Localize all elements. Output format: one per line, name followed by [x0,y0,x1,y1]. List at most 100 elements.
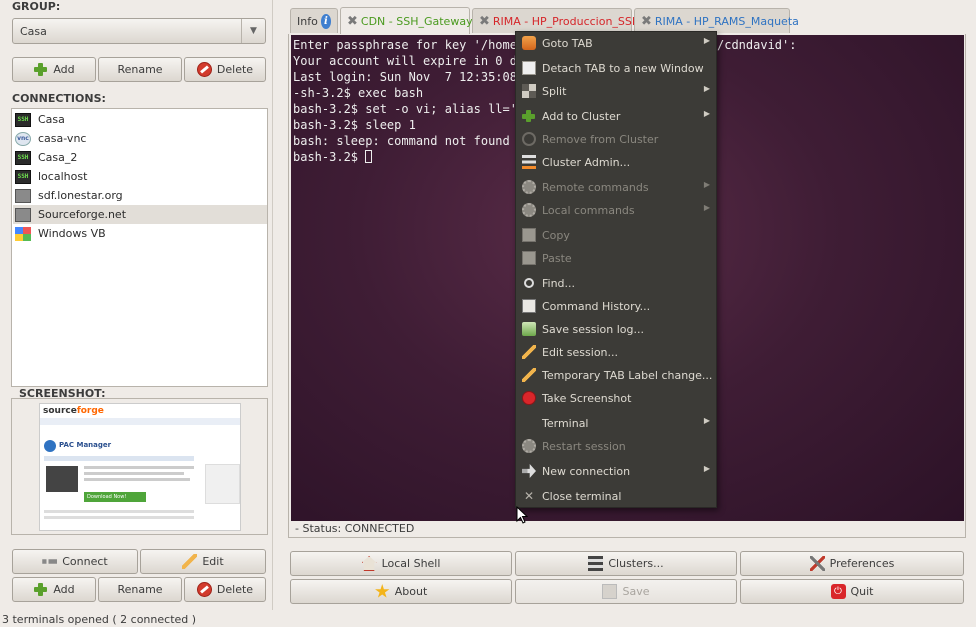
connection-rename-button[interactable]: Rename [98,577,182,602]
local-shell-label: Local Shell [381,557,441,570]
star-icon [375,584,390,598]
connection-delete-button[interactable]: Delete [184,577,266,602]
menu-item-local-commands[interactable]: Local commands ▶ [516,199,716,221]
menu-item-take-screenshot[interactable]: Take Screenshot [516,387,716,409]
power-icon: ⏻ [830,584,846,599]
menu-item-paste[interactable]: Paste [516,247,716,269]
connection-name: Casa [38,113,65,126]
menu-item-remote-commands[interactable]: Remote commands ▶ [516,176,716,198]
tab-rima-hp-produccion-ssh[interactable]: ✖ RIMA - HP_Produccion_SSH [472,8,640,33]
tab-label: CDN - SSH_Gateway [360,14,473,28]
menu-item-remove-from-cluster[interactable]: Remove from Cluster [516,128,716,150]
save-button[interactable]: Save [515,579,737,604]
menu-item-label: New connection [542,464,631,478]
menu-item-label: Split [542,84,567,98]
connect-label: Connect [62,555,108,568]
group-select-value: Casa [20,24,47,38]
menu-item-label: Cluster Admin... [542,155,631,169]
menu-item-edit-session[interactable]: Edit session... [516,341,716,363]
menu-item-label: Goto TAB [542,36,593,50]
menu-item-new-connection[interactable]: New connection ▶ [516,460,716,482]
terminal-prompt: bash-3.2$ [293,150,366,164]
connection-item-windows-vb[interactable]: Windows VB [13,224,267,243]
menu-item-detach-tab[interactable]: Detach TAB to a new Window [516,57,716,79]
plug-icon [42,559,58,564]
submenu-arrow-icon: ▶ [703,203,710,212]
group-rename-button[interactable]: Rename [98,57,182,82]
menu-item-terminal[interactable]: Terminal ▶ [516,412,716,434]
connection-name: localhost [38,170,88,183]
connect-button[interactable]: Connect [12,549,138,574]
detach-icon [522,61,536,75]
menu-item-label: Restart session [542,439,626,453]
connection-status: - Status: CONNECTED [295,522,415,535]
menu-item-copy[interactable]: Copy [516,224,716,246]
edit-button[interactable]: Edit [140,549,266,574]
group-delete-label: Delete [216,63,254,76]
menu-item-goto-tab[interactable]: Goto TAB ▶ [516,32,716,54]
menu-item-add-to-cluster[interactable]: Add to Cluster ▶ [516,105,716,127]
menu-item-label: Detach TAB to a new Window [542,61,704,75]
record-icon [522,391,536,405]
clusters-button[interactable]: Clusters... [515,551,737,576]
menu-item-label: Edit session... [542,345,619,359]
thumbnail-download: Download Now! [84,492,146,502]
menu-item-find[interactable]: Find... [516,272,716,294]
connection-add-button[interactable]: Add [12,577,96,602]
goto-icon [522,36,536,50]
dropdown-arrow-icon: ▼ [241,19,265,43]
menu-item-label: Local commands [542,203,635,217]
screenshot-panel: sourceforge PAC Manager Download Now! [11,398,268,535]
quit-label: Quit [850,585,874,598]
connection-item-sdf[interactable]: sdf.lonestar.org [13,186,267,205]
local-shell-button[interactable]: Local Shell [290,551,512,576]
menu-item-split[interactable]: Split ▶ [516,80,716,102]
menu-item-temporary-tab-label[interactable]: Temporary TAB Label change... [516,364,716,386]
about-button[interactable]: About [290,579,512,604]
delete-icon [196,62,212,77]
menu-item-label: Close terminal [542,489,622,503]
connection-item-casa[interactable]: SSH Casa [13,110,267,129]
submenu-arrow-icon: ▶ [703,180,710,189]
connection-item-sourceforge[interactable]: Sourceforge.net [13,205,267,224]
close-tab-icon[interactable]: ✖ [479,14,490,29]
tab-cdn-ssh-gateway[interactable]: ✖ CDN - SSH_Gateway [340,7,473,34]
preferences-button[interactable]: Preferences [740,551,964,576]
menu-item-restart-session[interactable]: Restart session [516,435,716,457]
close-tab-icon[interactable]: ✖ [641,14,652,29]
pane-divider[interactable] [272,0,273,610]
cluster-icon [522,155,536,169]
gear-icon [522,439,536,453]
menu-item-label: Copy [542,228,570,242]
split-icon [522,84,536,98]
connection-item-casa-2[interactable]: SSH Casa_2 [13,148,267,167]
windows-icon [15,226,31,241]
submenu-arrow-icon: ▶ [703,464,710,473]
group-add-button[interactable]: Add [12,57,96,82]
tab-rima-hp-rams-maqueta[interactable]: ✖ RIMA - HP_RAMS_Maqueta [634,8,799,33]
screenshot-thumbnail[interactable]: sourceforge PAC Manager Download Now! [39,403,241,531]
submenu-arrow-icon: ▶ [703,109,710,118]
server-icon [15,188,31,203]
pencil-icon [522,368,536,382]
tab-info[interactable]: Info i [290,8,338,33]
history-icon [522,299,536,313]
connection-item-localhost[interactable]: SSH localhost [13,167,267,186]
close-tab-icon[interactable]: ✖ [347,14,358,29]
tools-icon [809,556,825,571]
ssh-icon: SSH [15,169,31,184]
connection-name: Casa_2 [38,151,78,164]
menu-item-command-history[interactable]: Command History... [516,295,716,317]
connection-item-casa-vnc[interactable]: vnc casa-vnc [13,129,267,148]
connections-tree[interactable]: SSH Casa vnc casa-vnc SSH Casa_2 SSH loc… [11,108,268,387]
group-delete-button[interactable]: Delete [184,57,266,82]
menu-item-label: Paste [542,251,572,265]
group-select[interactable]: Casa ▼ [12,18,266,44]
quit-button[interactable]: ⏻ Quit [740,579,964,604]
menu-item-cluster-admin[interactable]: Cluster Admin... [516,151,716,173]
cluster-icon [588,556,604,571]
pencil-icon [522,345,536,359]
menu-item-label: Temporary TAB Label change... [542,368,713,382]
menu-item-close-terminal[interactable]: ✕ Close terminal [516,485,716,507]
menu-item-save-session-log[interactable]: Save session log... [516,318,716,340]
